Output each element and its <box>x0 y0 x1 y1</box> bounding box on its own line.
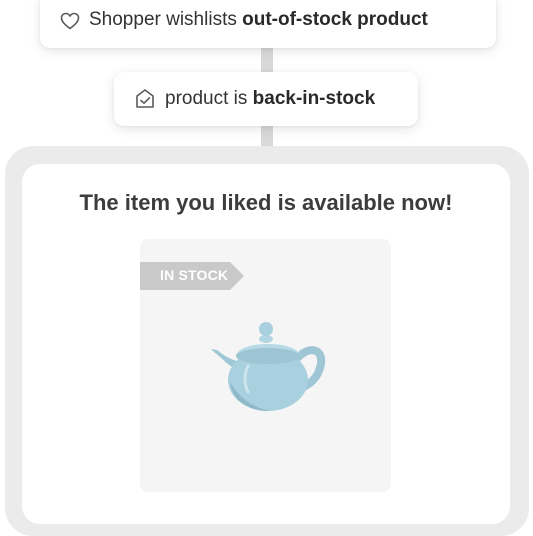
teapot-icon <box>211 322 326 412</box>
condition-step: product is back-in-stock <box>114 72 418 126</box>
flow-connector-bottom <box>261 126 273 148</box>
trigger-text: Shopper wishlists out-of-stock product <box>89 9 428 30</box>
message-headline: The item you liked is available now! <box>79 190 453 215</box>
heart-icon <box>60 12 80 30</box>
trigger-highlight: out-of-stock product <box>242 9 428 30</box>
condition-text: product is back-in-stock <box>165 88 376 109</box>
trigger-step: Shopper wishlists out-of-stock product <box>40 0 496 48</box>
stock-badge-label: IN STOCK <box>160 267 229 283</box>
tag-check-icon <box>134 88 156 110</box>
flow-connector-top <box>261 48 273 72</box>
condition-highlight: back-in-stock <box>252 88 376 109</box>
